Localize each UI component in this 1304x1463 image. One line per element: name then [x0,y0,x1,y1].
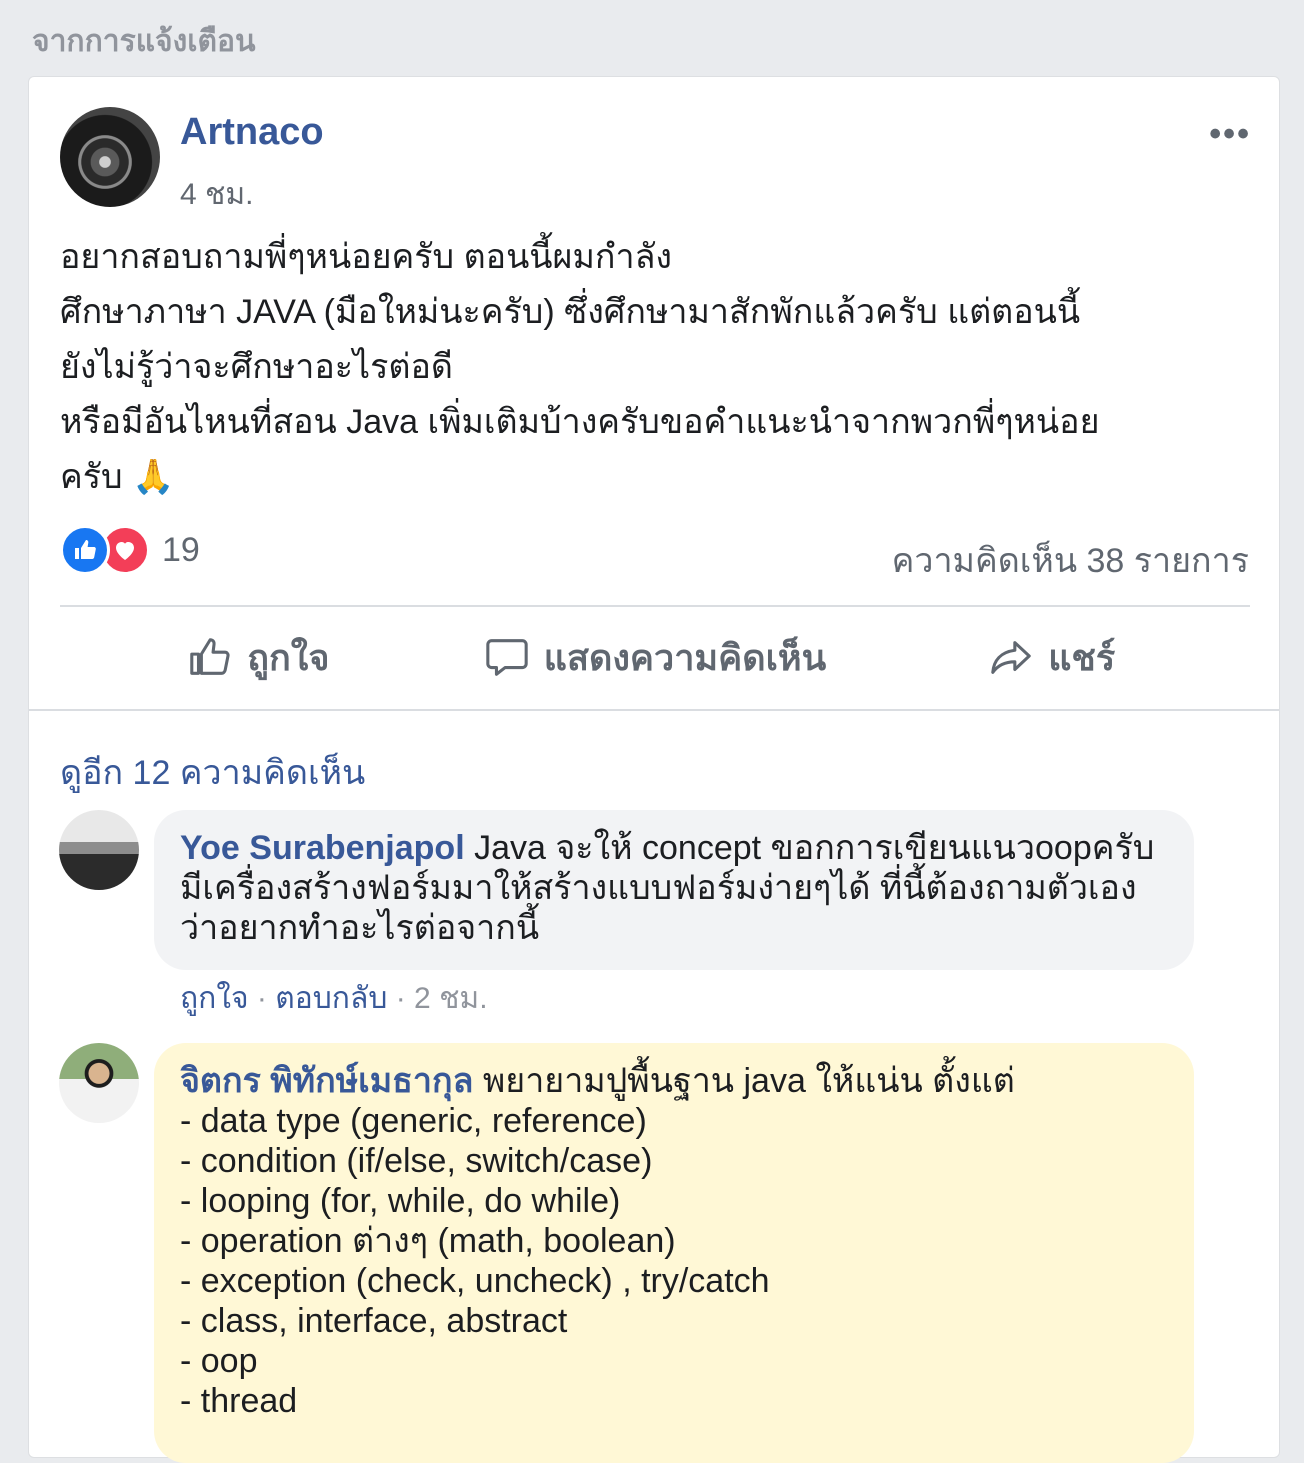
thumbs-up-outline-icon [190,638,230,675]
author-avatar[interactable] [60,107,160,207]
list-item: - class, interface, abstract [180,1302,568,1340]
comment-time[interactable]: 2 ชม. [414,982,488,1015]
list-item: - condition (if/else, switch/case) [180,1142,653,1180]
commenter-name[interactable]: Yoe Surabenjapol [180,829,465,867]
list-item: - data type (generic, reference) [180,1102,647,1140]
post-text-line: อยากสอบถามพี่ๆหน่อยครับ ตอนนี้ผมกำลัง [60,238,672,276]
share-arrow-icon [991,641,1031,674]
meta-separator: · [387,982,415,1015]
comment-meta: ถูกใจ · ตอบกลับ · 2 ชม. [180,975,488,1022]
like-label: ถูกใจ [247,636,330,678]
speech-bubble-icon [486,639,528,676]
like-button[interactable]: ถูกใจ [60,617,457,697]
list-item: - thread [180,1382,298,1420]
post-text-line: ศึกษาภาษา JAVA (มือใหม่นะครับ) ซึ่งศึกษา… [60,293,1081,331]
list-item: - operation ต่างๆ (math, boolean) [180,1222,676,1260]
post-text-line: ยังไม่รู้ว่าจะศึกษาอะไรต่อดี [60,348,453,386]
post-text: อยากสอบถามพี่ๆหน่อยครับ ตอนนี้ผมกำลัง ศึ… [60,230,1250,505]
meta-separator: · [248,982,276,1015]
list-item: - oop [180,1342,258,1380]
comment-bubble: จิตกร พิทักษ์เมธากุล พยายามปูพื้นฐาน jav… [154,1043,1194,1463]
comment-text: Yoe Surabenjapol Java จะให้ concept ขอกก… [180,828,1168,948]
reactions-summary[interactable]: 19 [60,525,200,575]
comment-bubble: Yoe Surabenjapol Java จะให้ concept ขอกก… [154,810,1194,970]
post-card: Artnaco 4 ชม. ••• อยากสอบถามพี่ๆหน่อยครั… [28,76,1280,1463]
post-text-line-last: ครับ [60,458,123,496]
divider [29,709,1279,711]
more-options-button[interactable]: ••• [1209,115,1251,154]
comment-count-link[interactable]: ความคิดเห็น 38 รายการ [892,533,1249,587]
pray-emoji: 🙏 [132,458,175,496]
action-bar: ถูกใจ แสดงความคิดเห็น แชร์ [60,617,1250,697]
commenter-avatar[interactable] [59,810,139,890]
comment-like-link[interactable]: ถูกใจ [180,982,249,1015]
post-time[interactable]: 4 ชม. [180,171,254,218]
divider [60,605,1250,607]
view-more-comments-link[interactable]: ดูอีก 12 ความคิดเห็น [60,745,365,799]
thumbs-up-icon [60,525,110,575]
comment-label: แสดงความคิดเห็น [543,636,827,678]
post-author[interactable]: Artnaco [180,111,324,154]
comment-body: พยายามปูพื้นฐาน java ให้แน่น ตั้งแต่ [473,1062,1015,1100]
post-text-line: หรือมีอันไหนที่สอน Java เพิ่มเติมบ้างครั… [60,403,1100,441]
commenter-name[interactable]: จิตกร พิทักษ์เมธากุล [180,1062,473,1100]
section-label: จากการแจ้งเตือน [32,25,256,58]
commenter-avatar[interactable] [59,1043,139,1123]
share-button[interactable]: แชร์ [853,617,1250,697]
reaction-count: 19 [162,530,200,569]
share-label: แชร์ [1048,636,1116,678]
comment-button[interactable]: แสดงความคิดเห็น [457,617,854,697]
post-text-line: ครับ 🙏 [60,450,1250,505]
list-item: - exception (check, uncheck) , try/catch [180,1262,770,1300]
comment-reply-link[interactable]: ตอบกลับ [275,982,387,1015]
comment-intro: จิตกร พิทักษ์เมธากุล พยายามปูพื้นฐาน jav… [180,1061,1168,1101]
list-item: - looping (for, while, do while) [180,1182,621,1220]
